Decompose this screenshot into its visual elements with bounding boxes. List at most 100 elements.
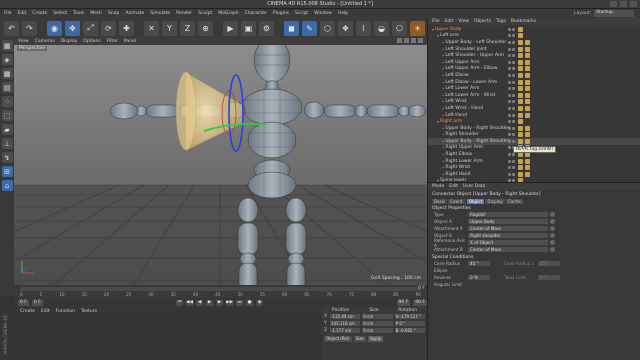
pan-icon[interactable] — [397, 38, 402, 43]
visibility-dots[interactable] — [508, 126, 515, 130]
recent-tools-icon[interactable]: ✚ — [119, 20, 134, 36]
editor-visibility-icon[interactable] — [508, 106, 511, 110]
editor-visibility-icon[interactable] — [508, 67, 511, 71]
render-visibility-icon[interactable] — [512, 113, 515, 117]
perspective-viewport[interactable]: Perspective Grid Spacing : 100 cm — [14, 45, 427, 285]
layout-dropdown[interactable]: Startup — [594, 10, 634, 17]
object-row[interactable]: • Left Wrist — [428, 99, 640, 106]
expand-arrow-icon[interactable]: ▾ — [437, 119, 439, 124]
object-row[interactable]: ▾ Upper Body — [428, 26, 640, 33]
tag-icon[interactable] — [525, 79, 530, 85]
polygons-mode-icon[interactable]: ▰ — [1, 124, 13, 135]
goto-end-icon[interactable]: ⏭ — [236, 299, 244, 306]
render-visibility-icon[interactable] — [512, 67, 515, 71]
expand-arrow-icon[interactable]: • — [442, 172, 444, 177]
tag-icon[interactable] — [518, 165, 523, 171]
material-menu-create[interactable]: Create — [20, 309, 35, 314]
visibility-dots[interactable] — [508, 100, 515, 104]
menu-item-simulate[interactable]: Simulate — [150, 11, 170, 16]
tag-icon[interactable] — [518, 119, 523, 125]
visibility-dots[interactable] — [508, 106, 515, 110]
editor-visibility-icon[interactable] — [508, 166, 511, 170]
expand-arrow-icon[interactable]: • — [442, 113, 444, 118]
menu-item-file[interactable]: File — [4, 11, 12, 16]
tag-icon[interactable] — [525, 39, 530, 45]
tag-icon[interactable] — [525, 59, 530, 65]
property-value[interactable]: Center of Mass — [468, 247, 548, 252]
editor-visibility-icon[interactable] — [508, 34, 511, 38]
render-picture-viewer-icon[interactable]: ▣ — [241, 20, 256, 36]
object-row[interactable]: • Right Hand — [428, 171, 640, 178]
expand-arrow-icon[interactable]: ▾ — [432, 27, 434, 32]
tag-icon[interactable] — [518, 53, 523, 59]
menu-item-edit[interactable]: Edit — [18, 11, 27, 16]
next-frame-icon[interactable]: ▶ — [216, 299, 224, 306]
tag-icon[interactable] — [518, 59, 523, 65]
expand-arrow-icon[interactable]: • — [442, 159, 444, 164]
live-select-icon[interactable]: ◉ — [47, 20, 62, 36]
tag-icon[interactable] — [518, 39, 523, 45]
property-value[interactable]: Center of Mass — [468, 226, 548, 231]
tweak-mode-icon[interactable]: ↯ — [1, 152, 13, 163]
property-link-icon[interactable] — [550, 219, 555, 224]
tag-icon[interactable] — [518, 26, 523, 32]
render-visibility-icon[interactable] — [512, 27, 515, 31]
menu-item-sculpt[interactable]: Sculpt — [198, 11, 212, 16]
editor-visibility-icon[interactable] — [508, 93, 511, 97]
property-value[interactable]: Ragdoll — [468, 212, 548, 217]
rotation-field[interactable]: B -0.002 ° — [394, 328, 425, 333]
material-menu-function[interactable]: Function — [56, 309, 75, 314]
viewport-menu-display[interactable]: Display — [61, 39, 78, 44]
timeline-track[interactable] — [20, 287, 421, 291]
minimize-icon[interactable] — [610, 1, 617, 7]
render-visibility-icon[interactable] — [512, 100, 515, 104]
viewport-menu-panel[interactable]: Panel — [124, 39, 136, 44]
object-row[interactable]: • Upper Body - Right Shoulder — [428, 138, 640, 145]
expand-arrow-icon[interactable]: • — [442, 40, 444, 45]
expand-arrow-icon[interactable]: • — [442, 73, 444, 78]
undo-icon[interactable]: ↶ — [4, 20, 19, 36]
menu-item-script[interactable]: Script — [295, 11, 308, 16]
visibility-dots[interactable] — [508, 67, 515, 71]
expand-arrow-icon[interactable]: • — [442, 66, 444, 71]
object-row[interactable]: • Left Shoulder - Upper Arm — [428, 52, 640, 59]
visibility-dots[interactable] — [508, 54, 515, 58]
tag-icon[interactable] — [518, 132, 523, 138]
render-visibility-icon[interactable] — [512, 166, 515, 170]
tag-icon[interactable] — [518, 138, 523, 144]
expand-arrow-icon[interactable]: • — [442, 106, 444, 111]
visibility-dots[interactable] — [508, 27, 515, 31]
menu-item-tools[interactable]: Tools — [73, 11, 84, 16]
cube-icon[interactable]: ◼ — [284, 20, 299, 36]
lock-workplane-icon[interactable]: ⌂ — [1, 180, 13, 191]
points-mode-icon[interactable]: ⁘ — [1, 96, 13, 107]
visibility-dots[interactable] — [508, 93, 515, 97]
preview-end-field[interactable]: 90 F — [413, 299, 427, 306]
workplane-icon[interactable]: ▤ — [1, 82, 13, 93]
render-visibility-icon[interactable] — [512, 133, 515, 137]
render-visibility-icon[interactable] — [512, 93, 515, 97]
property-link-icon[interactable] — [550, 233, 555, 238]
object-row[interactable]: ▾ Right arm — [428, 118, 640, 125]
tag-icon[interactable] — [525, 138, 530, 144]
visibility-dots[interactable] — [508, 80, 515, 84]
record-icon[interactable]: ● — [246, 299, 254, 306]
scale-icon[interactable]: ⤢ — [83, 20, 98, 36]
am-menu-edit[interactable]: Edit — [449, 184, 458, 189]
editor-visibility-icon[interactable] — [508, 73, 511, 77]
visibility-dots[interactable] — [508, 34, 515, 38]
property-value[interactable]: 0 % — [468, 275, 490, 280]
render-settings-icon[interactable]: ⚙ — [259, 20, 274, 36]
prev-key-icon[interactable]: ◀◀ — [186, 299, 194, 306]
render-visibility-icon[interactable] — [512, 120, 515, 124]
size-field[interactable]: 0 cm — [362, 314, 393, 319]
maximize-icon[interactable] — [620, 1, 627, 7]
property-value[interactable]: 0 ° — [538, 275, 560, 280]
editor-visibility-icon[interactable] — [508, 47, 511, 51]
expand-arrow-icon[interactable]: • — [442, 145, 444, 150]
am-menu-user-data[interactable]: User Data — [463, 184, 485, 189]
render-visibility-icon[interactable] — [512, 139, 515, 143]
editor-visibility-icon[interactable] — [508, 40, 511, 44]
object-row[interactable]: • Left Lower Arm — [428, 85, 640, 92]
render-visibility-icon[interactable] — [512, 159, 515, 163]
